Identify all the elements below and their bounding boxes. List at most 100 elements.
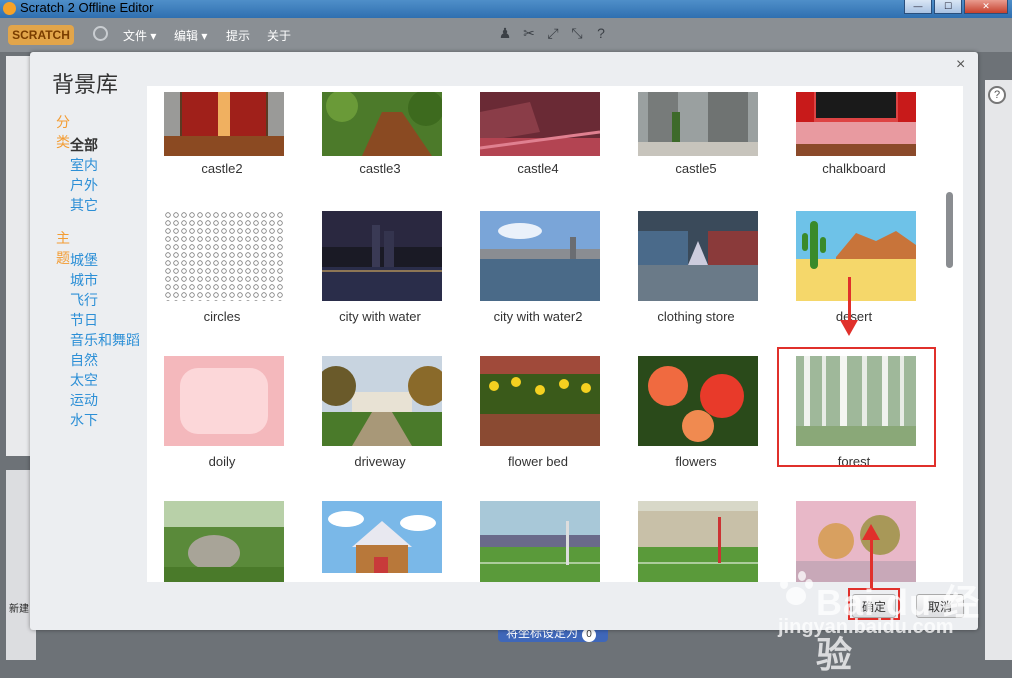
minimize-button[interactable]: — bbox=[904, 0, 932, 14]
theme-city[interactable]: 城市 bbox=[70, 270, 98, 290]
backdrop-tile-castle2[interactable]: castle2 bbox=[147, 86, 297, 226]
backdrop-thumbnail bbox=[638, 356, 758, 446]
backdrop-label: circles bbox=[203, 309, 241, 324]
grow-icon[interactable]: ⤢ bbox=[545, 25, 561, 41]
backdrop-label: castle2 bbox=[201, 161, 243, 176]
backdrop-thumbnail bbox=[322, 501, 442, 582]
backdrop-thumbnail bbox=[322, 92, 442, 156]
category-other[interactable]: 其它 bbox=[70, 195, 98, 215]
backdrop-label: city with water bbox=[339, 309, 421, 324]
backdrop-tile-chalkboard[interactable]: chalkboard bbox=[779, 86, 929, 226]
backdrop-tile-circles[interactable]: circles bbox=[147, 211, 297, 351]
backdrop-thumbnail bbox=[480, 501, 600, 582]
theme-holiday[interactable]: 节日 bbox=[70, 310, 98, 330]
backdrop-tile-row4-5[interactable] bbox=[779, 501, 929, 582]
backdrop-tile-row4-2[interactable] bbox=[305, 501, 455, 582]
category-all[interactable]: 全部 bbox=[70, 135, 98, 155]
shrink-icon[interactable]: ⤡ bbox=[569, 25, 585, 41]
scripts-pane-edge bbox=[985, 80, 1012, 660]
backdrop-label: doily bbox=[208, 454, 236, 469]
theme-flying[interactable]: 飞行 bbox=[70, 290, 98, 310]
backdrop-thumbnail bbox=[480, 356, 600, 446]
backdrop-tile-row4-3[interactable] bbox=[463, 501, 613, 582]
backdrop-label: clothing store bbox=[657, 309, 735, 324]
library-scrollbar[interactable] bbox=[946, 192, 953, 268]
forest-highlight-box bbox=[777, 347, 936, 467]
backdrop-thumbnail bbox=[796, 211, 916, 301]
theme-space[interactable]: 太空 bbox=[70, 370, 98, 390]
close-window-button[interactable]: ✕ bbox=[964, 0, 1008, 14]
backdrop-tile-driveway[interactable]: driveway bbox=[305, 356, 455, 496]
backdrop-tile-castle3[interactable]: castle3 bbox=[305, 86, 455, 226]
backdrop-thumbnail bbox=[638, 501, 758, 582]
help-icon[interactable]: ? bbox=[593, 25, 609, 41]
backdrop-thumbnail bbox=[164, 356, 284, 446]
backdrop-library-dialog: 背景库 × 分类 全部 室内 户外 其它 主题 城堡 城市 飞行 节日 音乐和舞… bbox=[30, 52, 978, 630]
language-globe-icon[interactable] bbox=[93, 26, 108, 41]
backdrop-tile-city-with-water2[interactable]: city with water2 bbox=[463, 211, 613, 351]
category-outdoors[interactable]: 户外 bbox=[70, 175, 98, 195]
window-controls: — ☐ ✕ bbox=[904, 0, 1008, 14]
cancel-button[interactable]: 取消 bbox=[916, 594, 964, 618]
backdrop-thumbnail bbox=[322, 356, 442, 446]
backdrop-tile-row4-1[interactable] bbox=[147, 501, 297, 582]
backdrop-tile-city-with-water[interactable]: city with water bbox=[305, 211, 455, 351]
backdrop-thumbnail bbox=[480, 211, 600, 301]
backdrop-label: castle5 bbox=[675, 161, 717, 176]
stamp-icon[interactable]: ♟ bbox=[497, 25, 513, 41]
theme-sports[interactable]: 运动 bbox=[70, 390, 98, 410]
backdrop-tile-flowers[interactable]: flowers bbox=[621, 356, 771, 496]
menu-edit[interactable]: 编辑 ▾ bbox=[174, 27, 207, 44]
backdrop-thumbnail bbox=[796, 501, 916, 582]
menu-file[interactable]: 文件 ▾ bbox=[123, 27, 156, 44]
dialog-close-icon[interactable]: × bbox=[956, 56, 965, 74]
backdrop-label: castle4 bbox=[517, 161, 559, 176]
backdrop-tile-row4-4[interactable] bbox=[621, 501, 771, 582]
backdrop-thumbnail bbox=[796, 92, 916, 156]
new-sprite-label: 新建 bbox=[9, 604, 29, 615]
backdrop-thumbnail bbox=[164, 92, 284, 156]
annotation-arrow-up bbox=[870, 540, 873, 588]
backdrop-label: flower bed bbox=[508, 454, 568, 469]
coordinate-value[interactable]: 0 bbox=[582, 628, 597, 642]
annotation-arrowhead-up bbox=[862, 524, 880, 540]
backdrop-label: city with water2 bbox=[493, 309, 583, 324]
backdrop-label: castle3 bbox=[359, 161, 401, 176]
dialog-title: 背景库 bbox=[52, 72, 119, 97]
theme-nature[interactable]: 自然 bbox=[70, 350, 98, 370]
backdrop-thumbnail bbox=[322, 211, 442, 301]
backdrop-tile-castle5[interactable]: castle5 bbox=[621, 86, 771, 226]
backdrop-thumbnail bbox=[164, 501, 284, 582]
scratch-logo[interactable]: SCRATCH bbox=[8, 25, 74, 45]
stage-area bbox=[6, 56, 30, 456]
backdrop-thumbnail bbox=[164, 211, 284, 301]
backdrop-tile-clothing-store[interactable]: clothing store bbox=[621, 211, 771, 351]
category-indoors[interactable]: 室内 bbox=[70, 155, 98, 175]
category-heading: 分类 bbox=[56, 114, 70, 150]
backdrop-thumbnail bbox=[638, 92, 758, 156]
menu-about[interactable]: 关于 bbox=[267, 27, 291, 44]
menu-tips[interactable]: 提示 bbox=[226, 27, 250, 44]
backdrop-label: chalkboard bbox=[822, 161, 886, 176]
backdrop-label: flowers bbox=[675, 454, 717, 469]
annotation-arrowhead-down bbox=[840, 320, 858, 336]
help-circle-icon[interactable]: ? bbox=[988, 86, 1006, 104]
theme-heading: 主题 bbox=[56, 230, 70, 266]
ok-highlight-box bbox=[848, 588, 900, 620]
backdrop-tile-castle4[interactable]: castle4 bbox=[463, 86, 613, 226]
backdrop-label: driveway bbox=[354, 454, 406, 469]
menu-bar: SCRATCH 文件 ▾ 编辑 ▾ 提示 关于 ♟ ✂ ⤢ ⤡ ? bbox=[0, 18, 1012, 52]
scissors-icon[interactable]: ✂ bbox=[521, 25, 537, 41]
backdrop-thumbnail bbox=[480, 92, 600, 156]
backdrop-tile-flower-bed[interactable]: flower bed bbox=[463, 356, 613, 496]
theme-castle[interactable]: 城堡 bbox=[70, 250, 98, 270]
scratch-app-icon bbox=[3, 2, 16, 15]
backdrop-tile-doily[interactable]: doily bbox=[147, 356, 297, 496]
theme-underwater[interactable]: 水下 bbox=[70, 410, 98, 430]
window-titlebar: Scratch 2 Offline Editor — ☐ ✕ bbox=[0, 0, 1012, 18]
maximize-button[interactable]: ☐ bbox=[934, 0, 962, 14]
sprite-toolbar: ♟ ✂ ⤢ ⤡ ? bbox=[497, 25, 609, 41]
backdrop-thumbnail bbox=[638, 211, 758, 301]
window-title: Scratch 2 Offline Editor bbox=[20, 0, 154, 15]
theme-music-dance[interactable]: 音乐和舞蹈 bbox=[70, 330, 140, 350]
